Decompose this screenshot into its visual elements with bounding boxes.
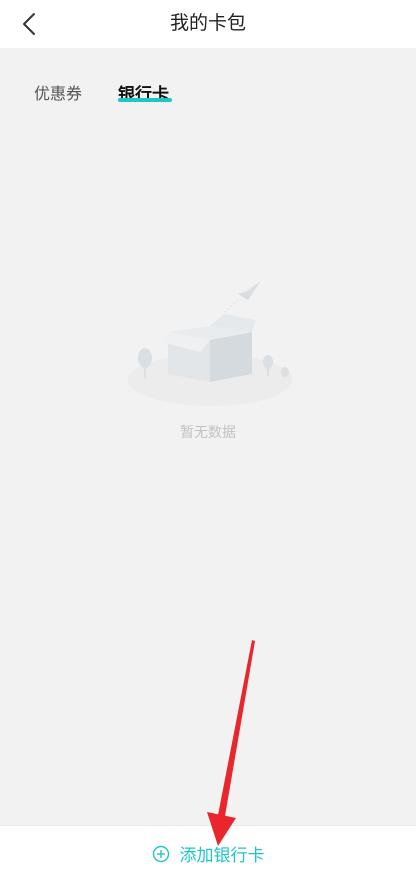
page: 我的卡包 优惠券 银行卡 暂无数据 添加银行卡 <box>0 0 416 881</box>
tab-coupons[interactable]: 优惠券 <box>34 80 82 104</box>
add-bank-card-label: 添加银行卡 <box>179 846 265 866</box>
add-bank-card-button[interactable]: 添加银行卡 <box>0 826 416 881</box>
bottom-bar: 添加银行卡 <box>0 825 416 881</box>
plus-circle-icon <box>152 845 169 862</box>
page-title: 我的卡包 <box>169 12 246 34</box>
active-tab-indicator <box>118 98 172 102</box>
tab-bar: 优惠券 银行卡 <box>0 60 416 110</box>
empty-state-text: 暂无数据 <box>180 425 236 441</box>
header: 我的卡包 <box>0 0 416 48</box>
empty-state: 暂无数据 <box>0 270 416 460</box>
empty-box-illustration <box>128 282 292 406</box>
